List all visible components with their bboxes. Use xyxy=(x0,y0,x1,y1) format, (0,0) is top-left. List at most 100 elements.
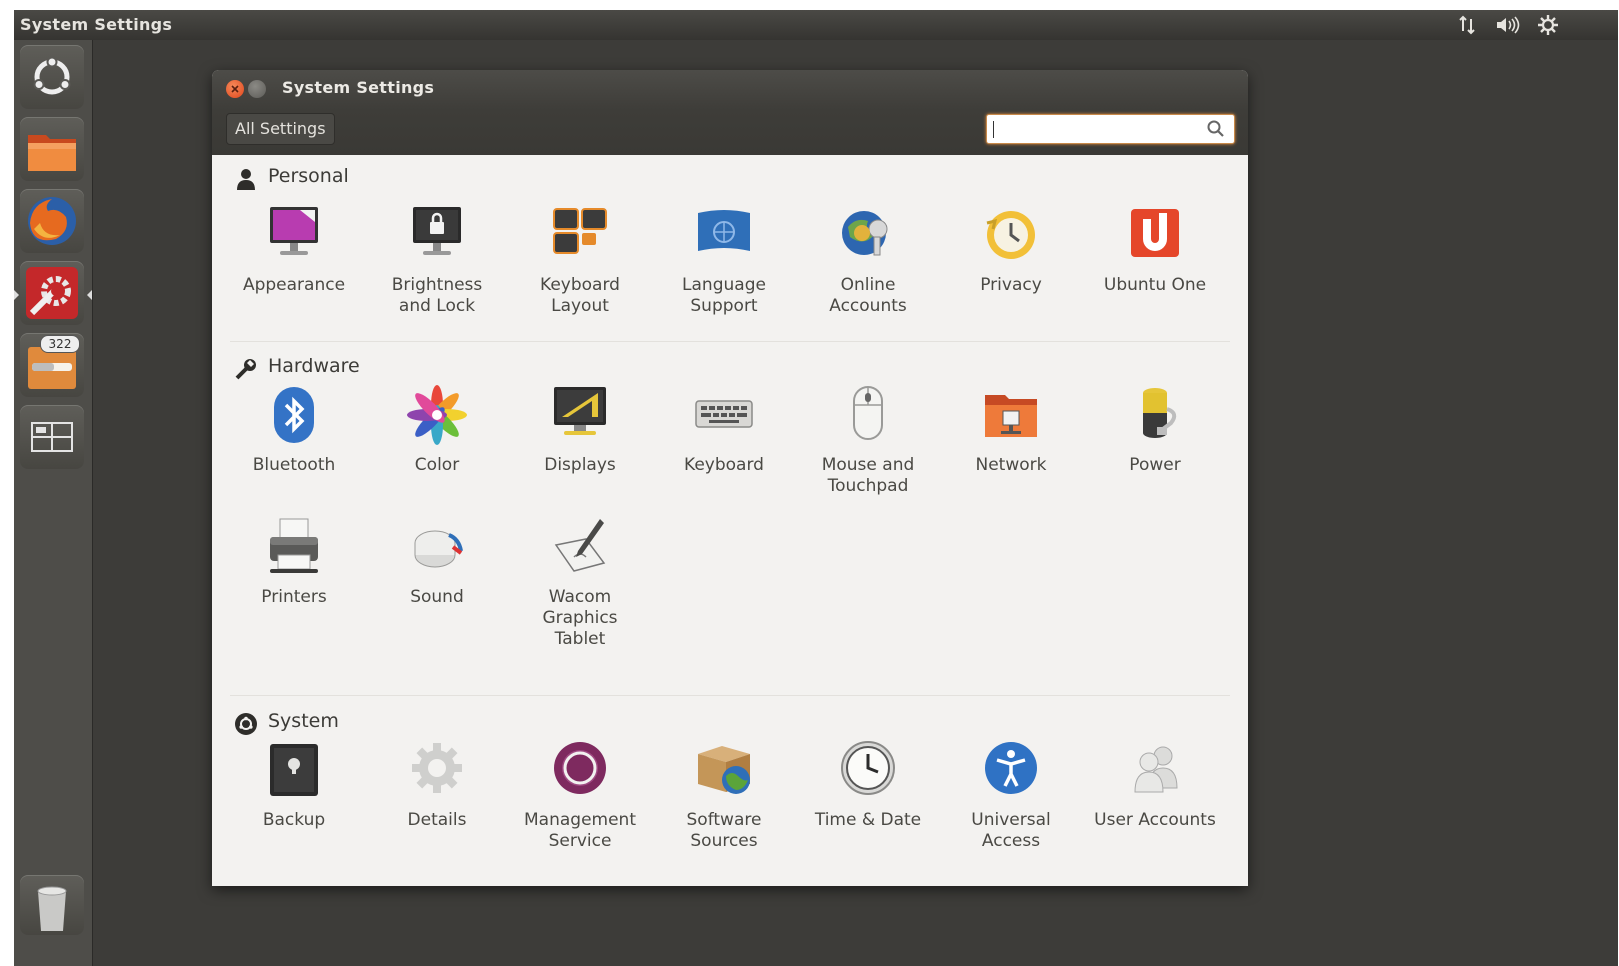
item-software-sources[interactable]: Software Sources xyxy=(654,738,794,852)
item-label: Mouse and Touchpad xyxy=(821,455,915,496)
sound-speaker-icon xyxy=(414,530,463,568)
launcher: 322 xyxy=(14,40,93,966)
management-service-icon xyxy=(554,742,606,794)
brightness-lock-icon xyxy=(413,207,461,255)
window-titlebar[interactable]: System Settings xyxy=(212,70,1248,110)
item-brightness-and-lock[interactable]: Brightness and Lock xyxy=(367,203,507,317)
item-color[interactable]: Color xyxy=(367,383,507,476)
software-sources-icon xyxy=(698,746,750,794)
item-label: Keyboard Layout xyxy=(540,275,620,316)
item-privacy[interactable]: Privacy xyxy=(941,203,1081,296)
online-accounts-icon xyxy=(842,211,888,256)
item-label: Online Accounts xyxy=(829,275,907,316)
item-online-accounts[interactable]: Online Accounts xyxy=(798,203,938,317)
details-gear-icon xyxy=(412,743,462,793)
system-settings-launcher-button[interactable] xyxy=(20,261,84,325)
network-folder-icon xyxy=(985,395,1037,437)
item-ubuntu-one[interactable]: Ubuntu One xyxy=(1085,203,1225,296)
trash-launcher-button[interactable] xyxy=(20,875,84,935)
item-user-accounts[interactable]: User Accounts xyxy=(1085,738,1225,831)
item-label: Software Sources xyxy=(686,810,762,851)
files-launcher-button[interactable] xyxy=(20,117,84,181)
all-settings-button[interactable]: All Settings xyxy=(226,113,335,145)
firefox-launcher-button[interactable] xyxy=(20,189,84,253)
section-divider xyxy=(230,695,1230,696)
mouse-icon xyxy=(853,386,883,440)
item-details[interactable]: Details xyxy=(367,738,507,831)
item-label: Universal Access xyxy=(971,810,1051,851)
item-bluetooth[interactable]: Bluetooth xyxy=(224,383,364,476)
close-button[interactable] xyxy=(226,80,244,98)
folder-icon xyxy=(28,135,76,171)
ubuntu-one-icon xyxy=(1131,209,1179,257)
item-label: Appearance xyxy=(242,275,346,295)
item-label: Color xyxy=(414,455,460,475)
power-battery-icon xyxy=(1143,388,1177,438)
item-time-and-date[interactable]: Time & Date xyxy=(798,738,938,831)
launcher-active-indicator xyxy=(14,290,19,300)
item-network[interactable]: Network xyxy=(941,383,1081,476)
item-label: Wacom Graphics Tablet xyxy=(542,587,618,649)
item-keyboard-layout[interactable]: Keyboard Layout xyxy=(510,203,650,317)
item-sound[interactable]: Sound xyxy=(367,515,507,608)
item-label: Language Support xyxy=(682,275,766,316)
workspace-switcher-button[interactable] xyxy=(20,405,84,469)
item-label: Displays xyxy=(544,455,616,475)
item-mouse-and-touchpad[interactable]: Mouse and Touchpad xyxy=(798,383,938,497)
item-label: Power xyxy=(1129,455,1181,475)
system-ubuntu-icon xyxy=(235,713,257,735)
language-flag-icon xyxy=(698,210,750,251)
search-input[interactable] xyxy=(986,114,1235,144)
close-icon xyxy=(231,85,239,93)
color-wheel-icon xyxy=(407,385,467,445)
item-printers[interactable]: Printers xyxy=(224,515,364,608)
window-toolbar: All Settings xyxy=(212,110,1248,155)
dash-home-button[interactable] xyxy=(20,45,84,109)
item-label: Backup xyxy=(262,810,326,830)
session-gear-icon[interactable] xyxy=(1536,13,1560,37)
section-divider xyxy=(230,341,1230,342)
person-icon xyxy=(237,169,255,190)
item-label: Bluetooth xyxy=(252,455,336,475)
bluetooth-icon xyxy=(274,387,314,443)
item-label: Privacy xyxy=(980,275,1042,295)
item-label: Network xyxy=(975,455,1047,475)
minimize-button[interactable] xyxy=(248,80,266,98)
item-management-service[interactable]: Management Service xyxy=(510,738,650,852)
top-panel: System Settings xyxy=(14,10,1618,40)
item-label: Details xyxy=(407,810,467,830)
item-label: Keyboard xyxy=(684,455,764,475)
launcher-focus-indicator xyxy=(87,290,92,300)
printer-icon xyxy=(270,518,318,573)
item-label: Time & Date xyxy=(814,810,922,830)
displays-icon xyxy=(554,387,606,435)
network-arrows-icon[interactable] xyxy=(1456,13,1480,37)
item-label: Ubuntu One xyxy=(1103,275,1207,295)
backup-safe-icon xyxy=(270,744,318,796)
volume-icon[interactable] xyxy=(1494,13,1524,37)
ubuntu-logo-icon xyxy=(33,56,71,95)
window-title: System Settings xyxy=(282,78,435,97)
item-backup[interactable]: Backup xyxy=(224,738,364,831)
settings-content: Personal Appearance Brightness and Lock … xyxy=(212,155,1248,886)
universal-access-icon xyxy=(985,742,1037,794)
privacy-clock-icon xyxy=(986,211,1035,259)
trash-icon xyxy=(37,886,67,931)
user-accounts-icon xyxy=(1134,746,1178,793)
item-label: Brightness and Lock xyxy=(391,275,483,316)
item-appearance[interactable]: Appearance xyxy=(224,203,364,296)
item-universal-access[interactable]: Universal Access xyxy=(941,738,1081,852)
desktop: System Settings 322 System Settings All … xyxy=(14,10,1618,966)
keyboard-layout-icon xyxy=(553,208,607,254)
item-displays[interactable]: Displays xyxy=(510,383,650,476)
item-language-support[interactable]: Language Support xyxy=(654,203,794,317)
software-updater-launcher-button[interactable]: 322 xyxy=(20,333,84,397)
update-count-badge: 322 xyxy=(40,335,80,353)
item-power[interactable]: Power xyxy=(1085,383,1225,476)
item-keyboard[interactable]: Keyboard xyxy=(654,383,794,476)
workspace-icon xyxy=(31,422,73,452)
search-icon[interactable] xyxy=(1206,119,1226,139)
system-settings-window: System Settings All Settings Personal Ap… xyxy=(212,70,1248,886)
item-label: Management Service xyxy=(524,810,636,851)
item-wacom-graphics-tablet[interactable]: Wacom Graphics Tablet xyxy=(510,515,650,650)
